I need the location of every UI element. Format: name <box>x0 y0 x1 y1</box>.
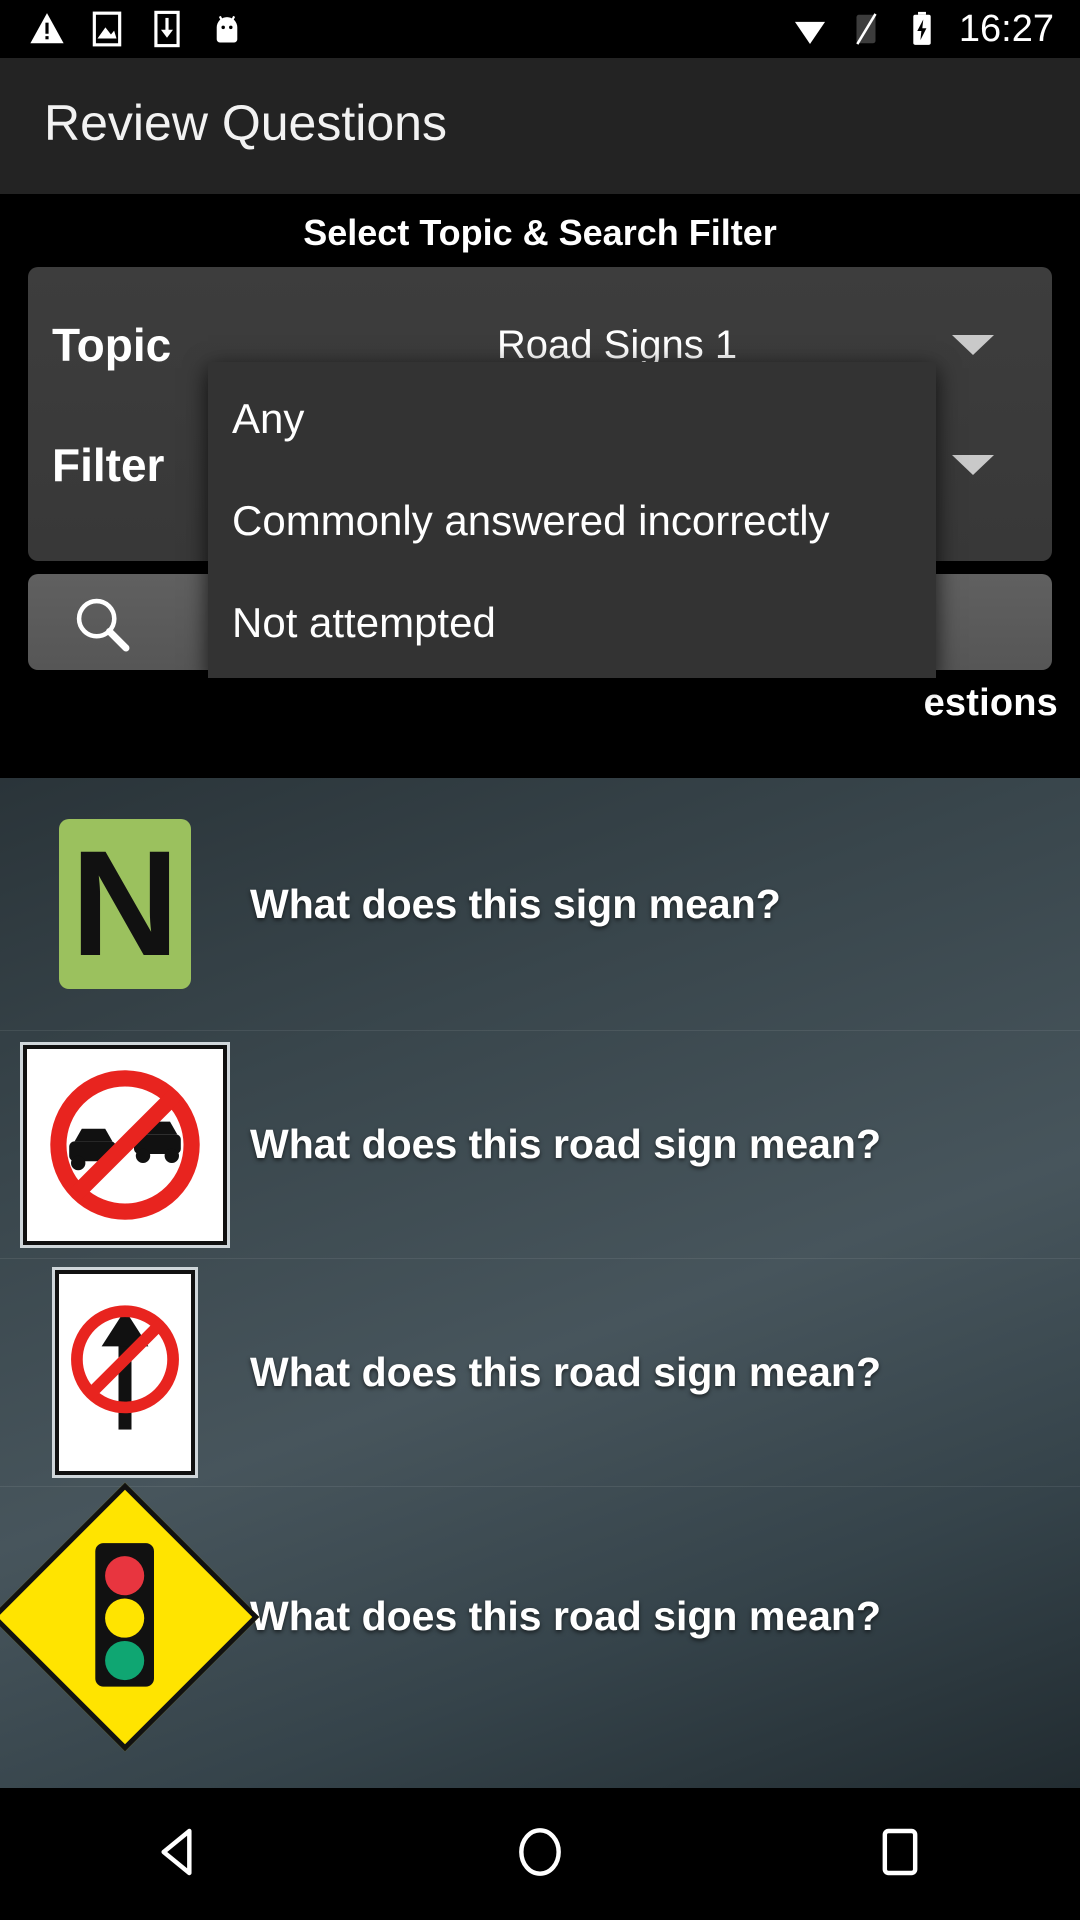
question-text: What does this road sign mean? <box>250 1121 882 1167</box>
sign-plate <box>55 1270 195 1475</box>
status-bar-left-icons <box>0 10 246 48</box>
filter-panel-heading: Select Topic & Search Filter <box>303 212 777 253</box>
no-overtaking-sign <box>0 1044 250 1245</box>
list-item[interactable]: What does this road sign mean? <box>0 1258 1080 1486</box>
question-text: What does this sign mean? <box>250 880 781 927</box>
phone-screen: 16:27 Review Questions Select Topic & Se… <box>0 0 1080 1920</box>
system-navigation-bar <box>0 1788 1080 1920</box>
status-bar-clock: 16:27 <box>958 8 1054 50</box>
battery-charging-icon <box>903 10 941 48</box>
action-bar: Review Questions <box>0 58 1080 194</box>
dropdown-option-commonly-answered-incorrectly[interactable]: Commonly answered incorrectly <box>208 470 936 572</box>
image-icon <box>88 10 126 48</box>
status-bar: 16:27 <box>0 0 1080 58</box>
question-text: What does this road sign mean? <box>250 1593 882 1639</box>
home-button[interactable] <box>480 1794 600 1914</box>
chevron-down-icon[interactable] <box>952 455 994 475</box>
sim-off-icon <box>847 10 885 48</box>
sign-plate <box>23 1044 227 1245</box>
traffic-light-icon <box>92 1539 158 1694</box>
back-triangle-icon[interactable] <box>152 1824 208 1885</box>
home-circle-icon[interactable] <box>512 1824 568 1885</box>
recents-button[interactable] <box>840 1794 960 1914</box>
list-item[interactable]: What does this road sign mean? <box>0 1030 1080 1258</box>
back-button[interactable] <box>120 1794 240 1914</box>
status-bar-right-icons: 16:27 <box>791 10 1080 48</box>
warning-triangle-icon <box>28 10 66 48</box>
page-title: Review Questions <box>44 95 447 151</box>
topic-value: Road Signs 1 <box>496 322 738 367</box>
chevron-down-icon[interactable] <box>952 335 994 355</box>
wifi-icon <box>791 10 829 48</box>
question-count-label: estions <box>923 682 1058 724</box>
n-sign-glyph: N <box>59 819 191 989</box>
dropdown-option-not-attempted[interactable]: Not attempted <box>208 572 936 674</box>
no-straight-ahead-sign <box>0 1270 250 1475</box>
traffic-signals-ahead-sign <box>0 1482 260 1751</box>
recents-square-icon[interactable] <box>872 1824 928 1885</box>
android-bugdroid-icon <box>208 10 246 48</box>
list-item[interactable]: N What does this sign mean? <box>0 778 1080 1030</box>
dropdown-option-any[interactable]: Any <box>208 368 936 470</box>
question-list[interactable]: N What does this sign mean? What does th… <box>0 778 1080 1788</box>
list-item[interactable]: What does this road sign mean? <box>0 1482 1080 1751</box>
download-icon <box>148 10 186 48</box>
green-n-sign: N <box>0 819 250 989</box>
sign-plate <box>0 1482 260 1751</box>
search-icon[interactable] <box>70 592 134 656</box>
question-text: What does this road sign mean? <box>250 1349 882 1395</box>
filter-dropdown-menu[interactable]: Any Commonly answered incorrectly Not at… <box>208 362 936 678</box>
